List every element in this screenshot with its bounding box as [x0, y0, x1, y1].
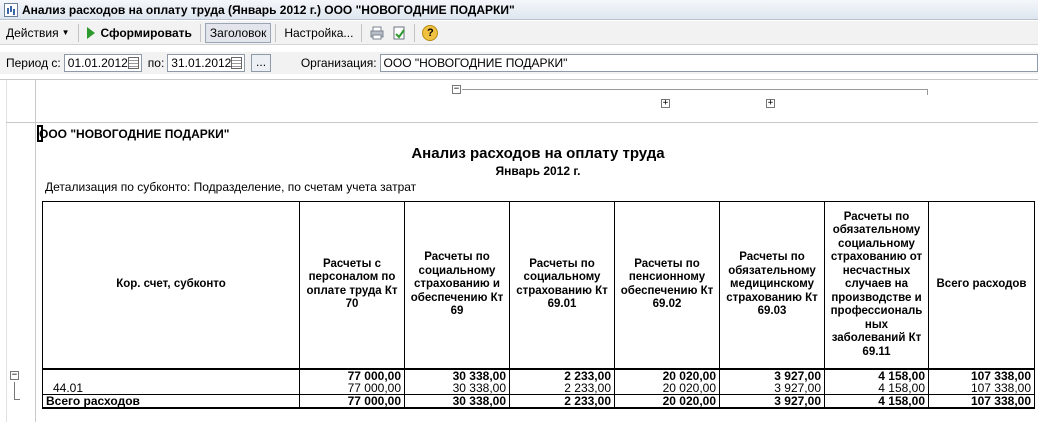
- organization-field[interactable]: ООО "НОВОГОДНИЕ ПОДАРКИ": [379, 54, 1038, 72]
- table-row[interactable]: Всего расходов 77 000,00 30 338,00 2 233…: [42, 394, 1035, 409]
- column-group-band: [6, 80, 1038, 123]
- cell-value: 20 020,00: [614, 367, 720, 382]
- command-bar: Действия ▼ Сформировать Заголовок Настро…: [0, 21, 1038, 45]
- report-window-icon: [4, 3, 18, 17]
- cell-value: 30 338,00: [404, 394, 510, 409]
- header-toggle-button[interactable]: Заголовок: [204, 22, 272, 43]
- calendar-icon[interactable]: [127, 57, 139, 69]
- column-header: Расчеты по социальному страхованию и обе…: [404, 201, 510, 369]
- filter-panel: Период с: 01.01.2012 по: 31.01.2012 ... …: [0, 52, 1038, 74]
- row-label: 44.01: [42, 381, 300, 395]
- actions-menu-button[interactable]: Действия ▼: [2, 23, 74, 43]
- toolbar-separator: [275, 23, 277, 42]
- play-icon: [86, 26, 95, 39]
- table-header-row: Кор. счет, субконто Расчеты с персоналом…: [42, 201, 1035, 369]
- cell-value: 77 000,00: [299, 381, 405, 395]
- settings-label: Настройка...: [284, 25, 354, 40]
- table-row[interactable]: 44.01 77 000,00 30 338,00 2 233,00 20 02…: [42, 381, 1035, 395]
- row-group-collapse-icon[interactable]: −: [10, 371, 19, 380]
- actions-label: Действия: [6, 25, 59, 40]
- toolbar-separator: [77, 23, 79, 42]
- window-title: Анализ расходов на оплату труда (Январь …: [22, 3, 515, 17]
- cell-value: 20 020,00: [614, 381, 720, 395]
- help-icon[interactable]: ?: [421, 24, 439, 42]
- toolbar-separator: [361, 23, 363, 42]
- select-period-button[interactable]: ...: [251, 54, 271, 72]
- cell-value: 77 000,00: [299, 367, 405, 382]
- report-detail: Детализация по субконто: Подразделение, …: [45, 180, 417, 194]
- toolbar-separator: [414, 23, 416, 42]
- cell-value: 2 233,00: [509, 381, 615, 395]
- cell-value: 20 020,00: [614, 394, 720, 409]
- cell-value: 3 927,00: [719, 381, 825, 395]
- period-from-label: Период с:: [6, 56, 61, 70]
- column-header: Расчеты с персоналом по оплате труда Кт …: [299, 201, 405, 369]
- period-to-label: по:: [147, 56, 165, 70]
- header-label: Заголовок: [209, 25, 267, 40]
- cell-value: 4 158,00: [824, 367, 929, 382]
- column-header: Кор. счет, субконто: [42, 201, 300, 369]
- row-label: [42, 367, 300, 382]
- report-period: Январь 2012 г.: [495, 164, 581, 178]
- report-organization: ООО "НОВОГОДНИЕ ПОДАРКИ": [39, 127, 230, 141]
- column-group-line: [462, 89, 928, 90]
- cell-value: 77 000,00: [299, 394, 405, 409]
- column-header: Расчеты по социальному страхованию Кт 69…: [509, 201, 615, 369]
- column-group-expand-icon[interactable]: +: [661, 99, 670, 108]
- dropdown-arrow-icon: ▼: [61, 27, 70, 37]
- cell-value: 30 338,00: [404, 381, 510, 395]
- cell-value: 2 233,00: [509, 394, 615, 409]
- calendar-icon[interactable]: [231, 57, 243, 69]
- report-title: Анализ расходов на оплату труда: [411, 145, 665, 162]
- cell-value: 4 158,00: [824, 394, 929, 409]
- column-header: Расчеты по пенсионному обеспечению Кт 69…: [614, 201, 720, 369]
- cell-value: 107 338,00: [928, 367, 1035, 382]
- cell-value: 3 927,00: [719, 394, 825, 409]
- column-header: Всего расходов: [928, 201, 1035, 369]
- column-group-line-end: [927, 89, 928, 95]
- period-to-value: 31.01.2012: [171, 56, 232, 70]
- cell-value: 107 338,00: [928, 394, 1035, 409]
- row-label: Всего расходов: [42, 394, 300, 409]
- cell-value: 2 233,00: [509, 367, 615, 382]
- cell-value: 3 927,00: [719, 367, 825, 382]
- table-row[interactable]: 77 000,00 30 338,00 2 233,00 20 020,00 3…: [42, 367, 1035, 382]
- print-icon[interactable]: [368, 24, 386, 42]
- row-group-tree-line: [14, 382, 20, 400]
- organization-label: Организация:: [300, 56, 377, 70]
- cell-value: 4 158,00: [824, 381, 929, 395]
- cell-value: 30 338,00: [404, 367, 510, 382]
- column-group-collapse-icon[interactable]: −: [452, 85, 461, 94]
- save-variant-icon[interactable]: [390, 24, 408, 42]
- column-header: Расчеты по обязательному медицинскому ст…: [719, 201, 825, 369]
- toolbar-separator: [199, 23, 201, 42]
- period-from-field[interactable]: 01.01.2012: [63, 54, 142, 72]
- cell-value: 107 338,00: [928, 381, 1035, 395]
- settings-button[interactable]: Настройка...: [280, 23, 357, 43]
- column-header: Расчеты по обязательному социальному стр…: [824, 201, 929, 369]
- window-title-bar: Анализ расходов на оплату труда (Январь …: [0, 0, 1038, 20]
- report-table: Кор. счет, субконто Расчеты с персоналом…: [42, 201, 1035, 409]
- column-group-expand-icon[interactable]: +: [766, 99, 775, 108]
- generate-button[interactable]: Сформировать: [83, 23, 196, 43]
- generate-label: Сформировать: [100, 25, 192, 40]
- period-from-value: 01.01.2012: [67, 56, 128, 70]
- period-to-field[interactable]: 31.01.2012: [167, 54, 246, 72]
